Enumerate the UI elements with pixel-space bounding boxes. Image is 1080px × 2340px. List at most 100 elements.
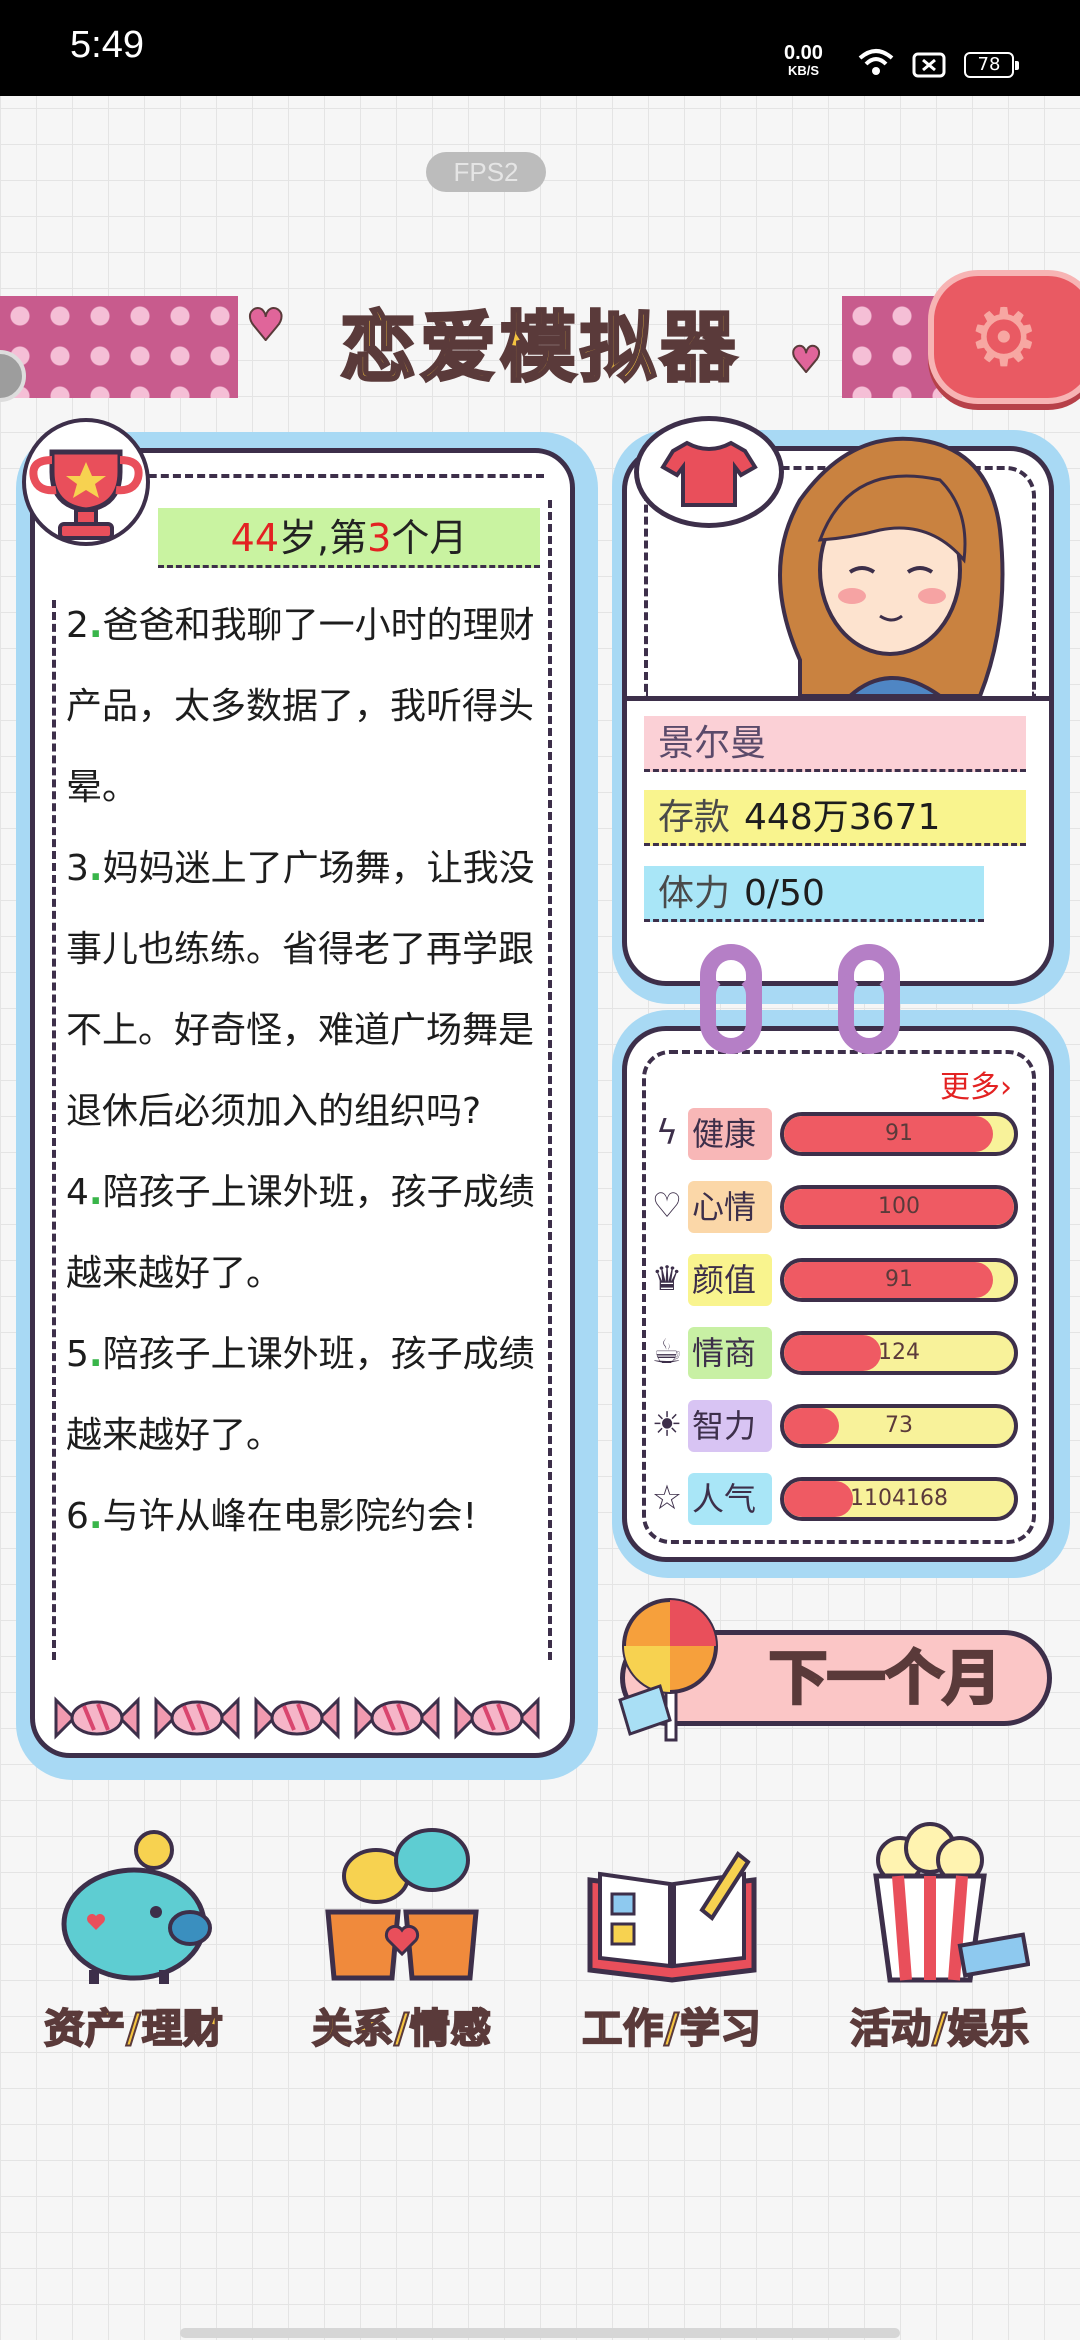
sim-blocked-icon <box>912 52 946 78</box>
savings-value: 448万3671 <box>744 797 941 838</box>
log-entry-number: 5 <box>66 1334 89 1375</box>
stat-row-looks: ♛ 颜值 91 <box>648 1254 1028 1306</box>
stat-value: 73 <box>885 1413 913 1438</box>
tshirt-icon <box>660 440 758 507</box>
candy-icon <box>254 1696 340 1740</box>
network-speed: 0.00 KB/S <box>784 42 823 80</box>
next-month-label: 下一个月 <box>767 1643 1002 1714</box>
log-entry: 6.与许从峰在电影院约会! <box>66 1496 478 1537</box>
stat-name: 健康 <box>688 1108 772 1160</box>
nav-work-study[interactable]: 工作/学习 <box>552 1820 792 2060</box>
binder-ring-front <box>838 964 900 1054</box>
heart-left-icon: ♥ <box>245 299 286 352</box>
log-entry-number: 4 <box>66 1172 89 1213</box>
couple-cups-icon <box>325 1828 479 1981</box>
month-number: 3 <box>367 516 392 560</box>
stat-name: 颜值 <box>688 1254 772 1306</box>
savings-field: 存款 448万3671 <box>644 790 1026 846</box>
stamina-label: 体力 <box>658 873 731 914</box>
journal-dash-left <box>52 600 56 1660</box>
more-stats-link[interactable]: 更多› <box>940 1062 1012 1106</box>
stat-name: 心情 <box>688 1181 772 1233</box>
log-entry-number: 2 <box>66 605 89 646</box>
stat-bar: 73 <box>780 1404 1018 1448</box>
stat-row-mood: ♡ 心情 100 <box>648 1181 1028 1233</box>
home-indicator[interactable] <box>180 2328 900 2338</box>
nav-relationships[interactable]: 关系/情感 <box>282 1820 522 2060</box>
polka-band-left <box>0 296 238 398</box>
log-entry: 4.陪孩子上课外班，孩子成绩越来越好了。 <box>66 1172 535 1294</box>
savings-label: 存款 <box>658 797 731 838</box>
age-mid: 岁,第 <box>279 516 368 560</box>
network-speed-value: 0.00 <box>784 42 823 64</box>
age-label: 44岁,第3个月 <box>158 508 540 568</box>
candy-icon <box>154 1696 240 1740</box>
event-log: 2.爸爸和我聊了一小时的理财产品，太多数据了，我听得头晕。 3.妈妈迷上了广场舞… <box>66 585 536 1557</box>
stat-value: 100 <box>878 1194 920 1219</box>
lightbulb-icon: ☀ <box>651 1405 683 1445</box>
outfit-bubble[interactable] <box>634 416 784 528</box>
polka-band-right <box>842 296 942 398</box>
stat-bar: 100 <box>780 1185 1018 1229</box>
log-entry-number: 3 <box>66 848 89 889</box>
nav-label: 活动/娱乐 <box>849 2005 1030 2053</box>
character-name: 景尔曼 <box>644 716 1026 772</box>
nav-label: 工作/学习 <box>581 2005 762 2053</box>
heart-outline-icon: ♡ <box>651 1186 683 1226</box>
stat-bar: 1104168 <box>780 1477 1018 1521</box>
lightning-icon: ϟ <box>655 1113 679 1153</box>
stat-name: 情商 <box>688 1327 772 1379</box>
game-title: 恋爱模拟器 <box>339 302 740 394</box>
month-suffix: 个月 <box>391 516 468 560</box>
nav-label: 资产/理财 <box>43 2005 224 2053</box>
candy-icon <box>454 1696 540 1740</box>
gear-icon: ⚙ <box>968 291 1040 384</box>
nav-activities-entertainment[interactable]: 活动/娱乐 <box>820 1820 1060 2060</box>
nav-assets-finance[interactable]: 资产/理财 <box>14 1820 254 2060</box>
stat-row-eq: ☕ 情商 124 <box>648 1327 1028 1379</box>
character-avatar[interactable] <box>740 420 1040 700</box>
popcorn-icon <box>873 1822 1030 1983</box>
profile-divider <box>624 696 1052 701</box>
star-icon: ☆ <box>651 1478 683 1518</box>
settings-button[interactable]: ⚙ <box>928 270 1080 404</box>
stat-value: 1104168 <box>850 1486 948 1511</box>
stat-value: 124 <box>878 1340 920 1365</box>
trophy-icon <box>22 418 150 546</box>
stat-row-intellect: ☀ 智力 73 <box>648 1400 1028 1452</box>
stat-row-popularity: ☆ 人气 1104168 <box>648 1473 1028 1525</box>
stamina-value: 0/50 <box>744 873 825 914</box>
lollipop-icon <box>618 1598 718 1742</box>
journal-dash-right <box>548 500 552 1660</box>
stat-bar: 91 <box>780 1258 1018 1302</box>
status-time: 5:49 <box>70 24 144 66</box>
nav-label: 关系/情感 <box>311 2005 492 2053</box>
stat-name: 智力 <box>688 1400 772 1452</box>
stat-row-health: ϟ 健康 91 <box>648 1108 1028 1160</box>
stamina-field: 体力 0/50 <box>644 866 984 922</box>
log-entry-text: 妈妈迷上了广场舞，让我没事儿也练练。省得老了再学跟不上。好奇怪，难道广场舞是退休… <box>66 848 535 1132</box>
log-entry: 2.爸爸和我聊了一小时的理财产品，太多数据了，我听得头晕。 <box>66 605 535 808</box>
book-icon <box>587 1851 757 1983</box>
status-bar: 5:49 0.00 KB/S 78 <box>0 0 1080 96</box>
log-entry-text: 与许从峰在电影院约会! <box>102 1496 478 1537</box>
log-entry: 3.妈妈迷上了广场舞，让我没事儿也练练。省得老了再学跟不上。好奇怪，难道广场舞是… <box>66 848 535 1132</box>
log-entry-text: 陪孩子上课外班，孩子成绩越来越好了。 <box>66 1172 535 1294</box>
stat-value: 91 <box>885 1267 913 1292</box>
piggy-bank-icon <box>61 1830 212 1984</box>
crown-icon: ♛ <box>651 1259 683 1299</box>
candy-icon <box>54 1696 140 1740</box>
binder-ring-front <box>700 964 762 1054</box>
stat-bar: 91 <box>780 1112 1018 1156</box>
wifi-icon <box>858 49 894 75</box>
log-entry-text: 爸爸和我聊了一小时的理财产品，太多数据了，我听得头晕。 <box>66 605 535 808</box>
teacup-icon: ☕ <box>651 1332 683 1372</box>
log-entry-text: 陪孩子上课外班，孩子成绩越来越好了。 <box>66 1334 535 1456</box>
heart-right-icon: ♥ <box>789 339 823 382</box>
stat-value: 91 <box>885 1121 913 1146</box>
network-speed-unit: KB/S <box>787 63 819 78</box>
stat-bar: 124 <box>780 1331 1018 1375</box>
stat-name: 人气 <box>688 1473 772 1525</box>
battery-indicator: 78 <box>964 52 1019 78</box>
character-name-value: 景尔曼 <box>658 723 767 764</box>
